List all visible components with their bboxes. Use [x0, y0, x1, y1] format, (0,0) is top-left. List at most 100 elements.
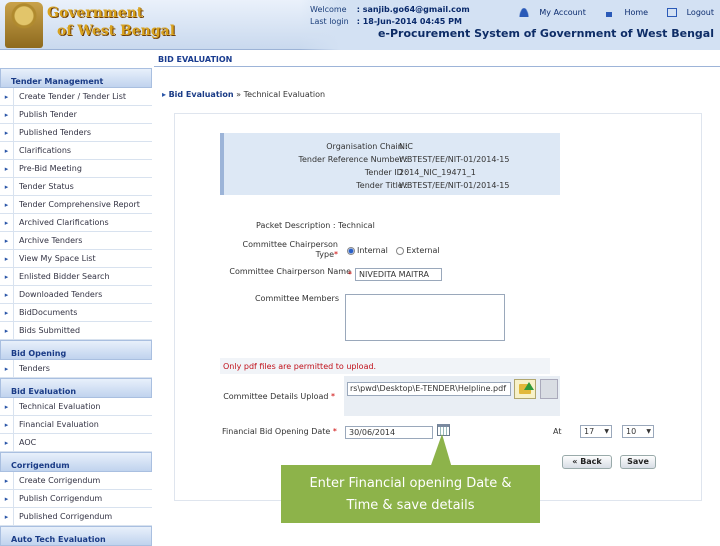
sidebar-bid-eval-item[interactable]: ▸ AOC	[0, 434, 152, 452]
arrow-icon: ▸	[0, 416, 14, 433]
app-header: Government of West Bengal Welcome : sanj…	[0, 0, 720, 50]
sidebar-group-tender: ▸ Create Tender / Tender List ▸ Publish Ten…	[0, 88, 152, 340]
back-button[interactable]: « Back	[562, 455, 612, 469]
chair-type-label-line1: Committee Chairperson	[242, 240, 338, 249]
pdf-warning: Only pdf files are permitted to upload.	[220, 358, 550, 374]
breadcrumb-arrow-icon: ▸	[162, 90, 167, 99]
sidebar: Tender Management ▸ Create Tender / Tende…	[0, 68, 152, 546]
arrow-icon: ▸	[0, 196, 14, 213]
external-radio[interactable]: External	[396, 246, 440, 255]
sidebar-tender-item[interactable]: ▸ Archive Tenders	[0, 232, 152, 250]
sidebar-tender-item[interactable]: ▸ View My Space List	[0, 250, 152, 268]
sidebar-corrigendum-item[interactable]: ▸ Published Corrigendum	[0, 508, 152, 526]
arrow-icon: ▸	[0, 490, 14, 507]
upload-path-input[interactable]: rs\pwd\Desktop\E-TENDER\Helpline.pdf	[347, 382, 511, 396]
chair-type-label-line2: Type	[315, 250, 334, 259]
org-value: NIC	[399, 142, 413, 151]
sidebar-tender-item[interactable]: ▸ Bids Submitted	[0, 322, 152, 340]
logout-icon	[666, 8, 677, 17]
sidebar-section-corrigendum[interactable]: Corrigendum	[0, 452, 152, 472]
sidebar-tender-item[interactable]: ▸ Enlisted Bidder Search	[0, 268, 152, 286]
sidebar-section-bid-opening[interactable]: Bid Opening	[0, 340, 152, 360]
gov-line2: of West Bengal	[57, 23, 176, 39]
sidebar-tender-item[interactable]: ▸ BidDocuments	[0, 304, 152, 322]
internal-radio[interactable]: Internal	[347, 246, 388, 255]
sidebar-tender-item[interactable]: ▸ Published Tenders	[0, 124, 152, 142]
heading-divider	[154, 66, 720, 67]
login-info: Welcome : sanjib.go64@gmail.com Last log…	[308, 3, 478, 29]
sidebar-tender-item[interactable]: ▸ Publish Tender	[0, 106, 152, 124]
fin-date-label: Financial Bid Opening Date	[222, 427, 331, 436]
sidebar-tender-item[interactable]: ▸ Create Tender / Tender List	[0, 88, 152, 106]
welcome-label: Welcome	[310, 5, 347, 14]
home-link[interactable]: Home	[596, 8, 648, 17]
sidebar-group-bid-evaluation: ▸ Technical Evaluation ▸ Financial Evaluati…	[0, 398, 152, 452]
sidebar-tender-item[interactable]: ▸ Archived Clarifications	[0, 214, 152, 232]
sidebar-corrigendum-item[interactable]: ▸ Publish Corrigendum	[0, 490, 152, 508]
gov-line1: Government	[47, 5, 144, 21]
save-button[interactable]: Save	[620, 455, 656, 469]
sidebar-bid-opening-item[interactable]: ▸ Tenders	[0, 360, 152, 378]
sidebar-item-label: Enlisted Bidder Search	[19, 272, 110, 281]
upload-label-wrap: Committee Details Upload *	[223, 392, 335, 401]
sidebar-item-label: Downloaded Tenders	[19, 290, 103, 299]
members-textarea[interactable]	[345, 294, 505, 341]
fin-date-input[interactable]: 30/06/2014	[345, 426, 433, 439]
home-label: Home	[624, 8, 649, 17]
sidebar-item-label: Published Tenders	[19, 128, 92, 137]
sidebar-item-label: Tender Status	[19, 182, 74, 191]
sidebar-group-bid-opening: ▸ Tenders	[0, 360, 152, 378]
breadcrumb: ▸ Bid Evaluation » Technical Evaluation	[162, 90, 325, 99]
sidebar-item-label: Tender Comprehensive Report	[19, 200, 140, 209]
hour-select[interactable]: 17	[580, 425, 612, 438]
packet-row: Packet Description : Technical	[256, 221, 375, 230]
sidebar-tender-item[interactable]: ▸ Clarifications	[0, 142, 152, 160]
org-label: Organisation Chain :	[326, 142, 408, 151]
sidebar-section-auto-tech[interactable]: Auto Tech Evaluation	[0, 526, 152, 546]
required-mark: *	[348, 270, 352, 279]
chair-type-radios: Internal External	[347, 246, 440, 255]
my-account-link[interactable]: My Account	[511, 8, 586, 17]
sidebar-tender-item[interactable]: ▸ Tender Status	[0, 178, 152, 196]
gov-logo-text: Government of West Bengal	[47, 4, 175, 40]
internal-label: Internal	[357, 246, 388, 255]
at-label: At	[553, 427, 562, 436]
sidebar-item-label: Bids Submitted	[19, 326, 81, 335]
sidebar-section-tender-management[interactable]: Tender Management	[0, 68, 152, 88]
logout-link[interactable]: Logout	[659, 8, 714, 17]
info-row-id: Tender ID : 2014_NIC_19471_1	[222, 168, 552, 180]
breadcrumb-separator: »	[236, 90, 242, 99]
members-label-wrap: Committee Members	[255, 294, 339, 303]
sidebar-item-label: Tenders	[19, 364, 50, 373]
sidebar-corrigendum-item[interactable]: ▸ Create Corrigendum	[0, 472, 152, 490]
chair-name-input[interactable]: NIVEDITA MAITRA	[355, 268, 442, 281]
chair-type-label: Committee Chairperson Type*	[243, 240, 338, 260]
breadcrumb-bid-evaluation[interactable]: Bid Evaluation	[169, 90, 234, 99]
fin-date-label-wrap: Financial Bid Opening Date *	[222, 427, 337, 436]
tender-id-value: 2014_NIC_19471_1	[399, 168, 476, 177]
sidebar-tender-item[interactable]: ▸ Downloaded Tenders	[0, 286, 152, 304]
sidebar-section-bid-evaluation[interactable]: Bid Evaluation	[0, 378, 152, 398]
arrow-icon: ▸	[0, 178, 14, 195]
my-account-label: My Account	[539, 8, 586, 17]
arrow-icon: ▸	[0, 214, 14, 231]
arrow-icon: ▸	[0, 398, 14, 415]
upload-folder-icon[interactable]	[514, 379, 536, 399]
state-emblem-icon	[5, 2, 43, 48]
sidebar-bid-eval-item[interactable]: ▸ Financial Evaluation	[0, 416, 152, 434]
welcome-value: : sanjib.go64@gmail.com	[356, 5, 470, 14]
arrow-icon: ▸	[0, 106, 14, 123]
arrow-icon: ▸	[0, 360, 14, 377]
ref-value: WBTEST/EE/NIT-01/2014-15	[399, 155, 510, 164]
required-mark: *	[331, 392, 335, 401]
upload-label: Committee Details Upload	[223, 392, 329, 401]
minute-select[interactable]: 10	[622, 425, 654, 438]
sidebar-tender-item[interactable]: ▸ Tender Comprehensive Report	[0, 196, 152, 214]
callout-line2: Time & save details	[346, 498, 475, 513]
sidebar-tender-item[interactable]: ▸ Pre-Bid Meeting	[0, 160, 152, 178]
arrow-icon: ▸	[0, 322, 14, 339]
clear-file-icon[interactable]	[540, 379, 558, 399]
sidebar-bid-eval-item[interactable]: ▸ Technical Evaluation	[0, 398, 152, 416]
lastlogin-label: Last login	[310, 17, 349, 26]
sidebar-item-label: Archived Clarifications	[19, 218, 109, 227]
